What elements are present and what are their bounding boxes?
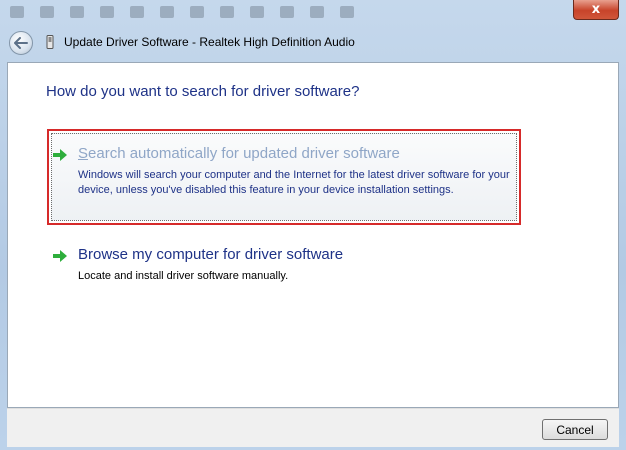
option-description: Locate and install driver software manua… bbox=[78, 270, 289, 282]
cancel-button[interactable]: Cancel bbox=[542, 419, 608, 440]
toolbar-icon bbox=[10, 6, 24, 18]
green-arrow-icon bbox=[53, 250, 67, 262]
option-description: Windows will search your computer and th… bbox=[78, 169, 510, 196]
green-arrow-icon bbox=[53, 149, 67, 161]
toolbar-icon bbox=[130, 6, 144, 18]
page-heading: How do you want to search for driver sof… bbox=[46, 83, 360, 100]
toolbar-icon bbox=[310, 6, 324, 18]
close-icon: x bbox=[591, 2, 601, 17]
toolbar-icon bbox=[340, 6, 354, 18]
toolbar-icon bbox=[40, 6, 54, 18]
window-title: Update Driver Software - Realtek High De… bbox=[64, 35, 355, 49]
toolbar-icon bbox=[160, 6, 174, 18]
back-button[interactable] bbox=[9, 31, 33, 55]
toolbar-icon bbox=[70, 6, 84, 18]
device-icon bbox=[46, 35, 54, 49]
toolbar-icon bbox=[190, 6, 204, 18]
toolbar-icon bbox=[250, 6, 264, 18]
background-toolbar bbox=[0, 0, 570, 24]
toolbar-icon bbox=[100, 6, 114, 18]
option-title-rest: earch automatically for updated driver s… bbox=[88, 145, 400, 162]
close-button[interactable]: x bbox=[573, 0, 619, 20]
update-driver-dialog: x Update Driver Software - Realtek High … bbox=[0, 0, 626, 450]
back-arrow-icon bbox=[14, 37, 28, 49]
toolbar-icon bbox=[280, 6, 294, 18]
toolbar-icon bbox=[220, 6, 234, 18]
access-key-letter: S bbox=[78, 145, 89, 162]
option-title: Browse my computer for driver software bbox=[78, 246, 344, 263]
dialog-footer: Cancel bbox=[7, 408, 619, 447]
option-title: Search automatically for updated driver … bbox=[78, 145, 400, 162]
dialog-content: How do you want to search for driver sof… bbox=[7, 62, 619, 408]
